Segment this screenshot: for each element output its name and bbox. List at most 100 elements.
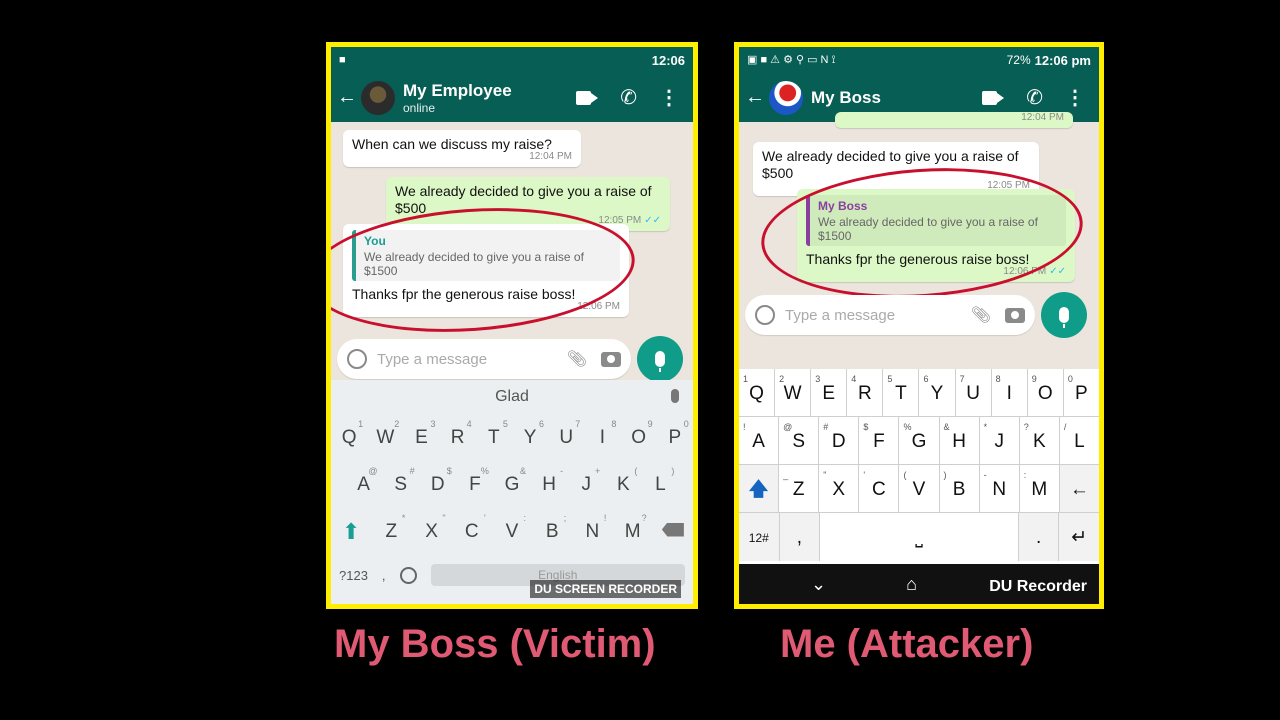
attach-icon[interactable]: 📎︎ bbox=[567, 349, 587, 369]
key[interactable]: V( bbox=[898, 465, 938, 512]
key[interactable]: M: bbox=[1018, 465, 1059, 512]
key[interactable]: T5 bbox=[882, 369, 918, 416]
more-options-icon[interactable]: ⋮ bbox=[659, 85, 679, 110]
shift-key-icon[interactable]: 🡅︎ bbox=[739, 465, 779, 512]
status-time: 12:06 bbox=[651, 52, 685, 68]
camera-icon[interactable] bbox=[1005, 307, 1025, 323]
globe-icon[interactable] bbox=[399, 566, 417, 584]
key[interactable]: A @ bbox=[348, 466, 380, 496]
key[interactable]: D $ bbox=[422, 466, 454, 496]
avatar[interactable] bbox=[769, 80, 803, 115]
video-record-icon: ■ bbox=[339, 54, 346, 66]
symbols-key[interactable]: ?123 bbox=[339, 568, 368, 583]
message-field[interactable]: Type a message 📎︎ bbox=[745, 295, 1035, 335]
symbols-key[interactable]: 12# bbox=[739, 513, 779, 561]
status-bar: ■ 12:06 bbox=[331, 47, 693, 73]
message-field[interactable]: Type a message 📎︎ bbox=[337, 339, 631, 379]
emoji-icon[interactable] bbox=[755, 305, 775, 325]
phone-call-icon[interactable]: ✆ bbox=[620, 85, 637, 110]
key[interactable]: Z * bbox=[375, 513, 407, 543]
key[interactable]: K( bbox=[607, 466, 639, 496]
key[interactable]: P0 bbox=[659, 419, 691, 449]
emoji-icon[interactable] bbox=[347, 349, 367, 369]
stage: ■ 12:06 ← My Employee online ✆ ⋮ When ca… bbox=[0, 0, 1280, 720]
key[interactable]: N- bbox=[978, 465, 1019, 512]
mic-icon bbox=[655, 351, 665, 372]
message-bubble-partial[interactable]: 12:04 PM bbox=[835, 112, 1073, 128]
chat-title: My Boss bbox=[811, 87, 881, 107]
key[interactable]: F% bbox=[459, 466, 491, 496]
key[interactable]: I8 bbox=[586, 419, 618, 449]
key[interactable]: W2 bbox=[369, 419, 401, 449]
message-bubble[interactable]: When can we discuss my raise? 12:04 PM bbox=[343, 130, 581, 167]
back-arrow-icon[interactable]: ← bbox=[337, 86, 357, 109]
key[interactable]: L) bbox=[644, 466, 676, 496]
chat-subtitle: online bbox=[403, 100, 436, 115]
victim-phone-screen: ■ 12:06 ← My Employee online ✆ ⋮ When ca… bbox=[326, 42, 698, 609]
nav-back-icon[interactable]: ⌄ bbox=[811, 574, 826, 595]
key[interactable]: Y6 bbox=[514, 419, 546, 449]
key[interactable]: Q1 bbox=[333, 419, 365, 449]
key[interactable]: C ' bbox=[456, 513, 488, 543]
chat-title-block[interactable]: My Boss bbox=[811, 88, 881, 108]
key[interactable]: L / bbox=[1058, 417, 1099, 464]
attach-icon[interactable]: 📎︎ bbox=[971, 305, 991, 325]
key[interactable]: Z _ bbox=[778, 465, 818, 512]
caption-victim: My Boss (Victim) bbox=[334, 622, 656, 666]
keyboard-mic-icon[interactable] bbox=[671, 389, 679, 403]
caption-attacker: Me (Attacker) bbox=[780, 622, 1034, 666]
key[interactable]: C ' bbox=[858, 465, 898, 512]
key[interactable]: E3 bbox=[810, 369, 846, 416]
backspace-key-icon[interactable]: ← bbox=[1058, 465, 1099, 512]
key[interactable]: I8 bbox=[990, 369, 1027, 416]
key[interactable]: M? bbox=[617, 513, 649, 543]
key[interactable]: X " bbox=[416, 513, 448, 543]
battery-level: 72% bbox=[1006, 53, 1031, 67]
period-key[interactable]: . bbox=[1017, 513, 1059, 561]
message-text: When can we discuss my raise? bbox=[352, 136, 552, 152]
phone-call-icon[interactable]: ✆ bbox=[1026, 85, 1043, 110]
key[interactable]: E3 bbox=[405, 419, 437, 449]
key[interactable]: O9 bbox=[1026, 369, 1063, 416]
key[interactable]: S # bbox=[385, 466, 417, 496]
key[interactable]: N! bbox=[576, 513, 608, 543]
more-options-icon[interactable]: ⋮ bbox=[1065, 85, 1085, 110]
shift-key-icon[interactable]: ⬆ bbox=[335, 519, 367, 545]
message-time: 12:04 PM bbox=[1021, 112, 1064, 123]
key-row-3: ⬆ Z * X " C ' V: B; N! M? bbox=[331, 508, 693, 555]
space-key[interactable]: ⎵ bbox=[819, 513, 1018, 561]
attacker-phone-screen: ▣ ■ ⚠ ⚙ ⚲ ▭ N ⟟ 72% 12:06 pm ← My Boss ✆… bbox=[734, 42, 1104, 609]
voice-record-button[interactable] bbox=[637, 336, 683, 382]
key[interactable]: V: bbox=[496, 513, 528, 543]
avatar[interactable] bbox=[361, 80, 395, 115]
key[interactable]: P0 bbox=[1062, 369, 1099, 416]
key[interactable]: A! bbox=[739, 417, 778, 464]
read-ticks-icon: ✓✓ bbox=[1049, 266, 1066, 277]
comma-key[interactable]: , bbox=[382, 568, 386, 583]
camera-icon[interactable] bbox=[601, 351, 621, 367]
suggestion-word[interactable]: Glad bbox=[495, 388, 529, 405]
key[interactable]: T5 bbox=[478, 419, 510, 449]
comma-key[interactable]: , bbox=[778, 513, 820, 561]
key[interactable]: B; bbox=[536, 513, 568, 543]
key[interactable]: B) bbox=[938, 465, 979, 512]
voice-record-button[interactable] bbox=[1041, 292, 1087, 338]
key[interactable]: U7 bbox=[550, 419, 582, 449]
key[interactable]: R4 bbox=[442, 419, 474, 449]
key-row-3: 🡅︎ Z _ X " C ' V( B) N- M: ← bbox=[739, 465, 1099, 513]
nav-home-icon[interactable]: ⌂ bbox=[906, 574, 917, 595]
key[interactable]: J + bbox=[570, 466, 602, 496]
backspace-key[interactable] bbox=[657, 521, 689, 543]
backspace-icon bbox=[661, 522, 684, 537]
enter-key-icon[interactable]: ↵ bbox=[1058, 513, 1099, 561]
key[interactable]: X " bbox=[818, 465, 858, 512]
back-arrow-icon[interactable]: ← bbox=[745, 86, 765, 109]
video-call-icon[interactable] bbox=[576, 90, 599, 105]
key-row-2: A @ S # D $ F% G & H- J + K( L) bbox=[331, 461, 693, 508]
chat-title-block[interactable]: My Employee online bbox=[403, 81, 512, 115]
message-placeholder: Type a message bbox=[785, 306, 896, 324]
key[interactable]: H- bbox=[533, 466, 565, 496]
key[interactable]: O9 bbox=[623, 419, 655, 449]
key[interactable]: G & bbox=[496, 466, 528, 496]
video-call-icon[interactable] bbox=[982, 90, 1005, 105]
